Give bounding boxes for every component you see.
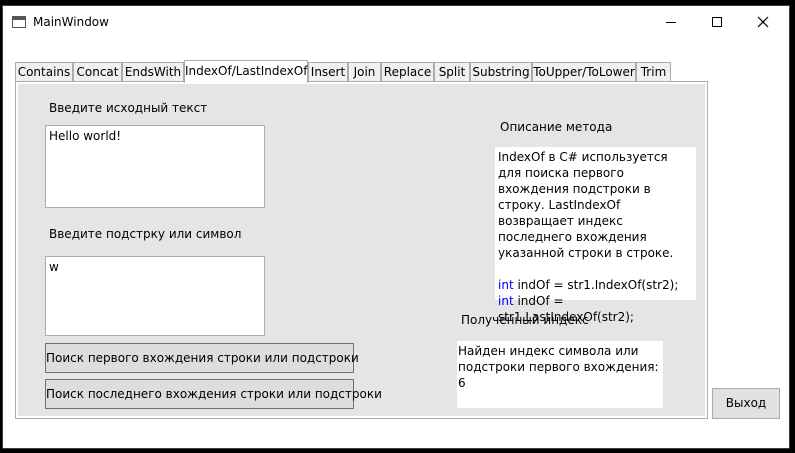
minimize-button[interactable] [648, 6, 694, 38]
tab-substring[interactable]: Substring [470, 62, 532, 82]
tab-trim[interactable]: Trim [636, 62, 671, 82]
window-icon [12, 16, 26, 28]
tab-concat[interactable]: Concat [73, 62, 122, 82]
code-keyword-2: int [498, 294, 514, 308]
tab-toupper-tolower[interactable]: ToUpper/ToLower [532, 62, 636, 82]
tab-indexof-lastindexof[interactable]: IndexOf/LastIndexOf [184, 60, 308, 83]
main-window: MainWindow Contains Concat EndsWith Inde… [2, 5, 790, 449]
window-title: MainWindow [33, 15, 109, 29]
code-keyword-1: int [498, 278, 514, 292]
code-line-1: indOf = str1.IndexOf(str2); [513, 278, 679, 292]
title-bar[interactable]: MainWindow [3, 6, 789, 38]
description-text: IndexOf в C# используется для поиска пер… [498, 150, 674, 260]
find-first-button[interactable]: Поиск первого вхождения строки или подст… [45, 343, 359, 373]
substring-input[interactable]: w [45, 256, 265, 336]
result-output: Найден индекс символа или подстроки перв… [457, 341, 663, 408]
source-text-input[interactable]: Hello world! [45, 125, 265, 208]
substring-label: Введите подстрку или символ [49, 227, 242, 241]
close-button[interactable] [740, 6, 786, 38]
maximize-button[interactable] [694, 6, 740, 38]
source-text-label: Введите исходный текст [49, 101, 208, 115]
tab-split[interactable]: Split [434, 62, 470, 82]
tab-contains[interactable]: Contains [15, 62, 73, 82]
exit-button[interactable]: Выход [712, 388, 780, 419]
panel-content: Введите исходный текст Hello world! Введ… [18, 84, 705, 416]
tab-panel: Введите исходный текст Hello world! Введ… [15, 81, 708, 419]
tab-join[interactable]: Join [348, 62, 381, 82]
description-label: Описание метода [500, 120, 613, 134]
result-label: Полученный индекс [461, 313, 589, 327]
tab-insert[interactable]: Insert [308, 62, 348, 82]
minimize-icon [666, 21, 676, 23]
close-icon [757, 16, 769, 28]
tab-replace[interactable]: Replace [381, 62, 434, 82]
method-description: IndexOf в C# используется для поиска пер… [495, 147, 696, 324]
tab-endswith[interactable]: EndsWith [122, 62, 184, 82]
find-last-button[interactable]: Поиск последнего вхождения строки или по… [45, 379, 382, 409]
maximize-icon [712, 17, 722, 27]
